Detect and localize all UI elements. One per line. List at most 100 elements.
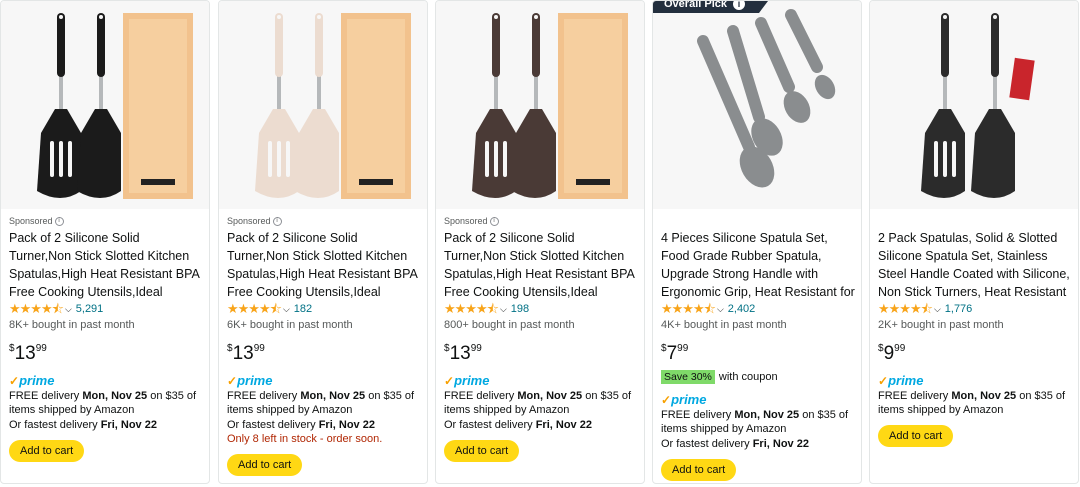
sponsored-label[interactable]: Sponsored i: [9, 215, 203, 229]
bought-count: 4K+ bought in past month: [661, 319, 787, 331]
product-image[interactable]: [653, 1, 861, 209]
fastest-prefix: Or fastest delivery: [661, 438, 753, 450]
price[interactable]: $ 13 99: [444, 343, 638, 365]
product-photo: [472, 13, 628, 199]
product-title[interactable]: Pack of 2 Silicone Solid Turner,Non Stic…: [227, 229, 421, 301]
info-icon[interactable]: i: [733, 0, 745, 10]
product-card[interactable]: i 2 Pack Spatulas, Solid & Slotted Silic…: [869, 0, 1079, 484]
product-title[interactable]: 4 Pieces Silicone Spatula Set, Food Grad…: [661, 229, 855, 301]
star-rating-icon[interactable]: ★★★★⯪: [227, 302, 282, 315]
rating-count[interactable]: 2,402: [728, 303, 756, 315]
info-icon[interactable]: i: [489, 217, 499, 227]
spatula-head: [783, 91, 811, 123]
prime-logo: ✓prime: [878, 373, 1072, 388]
product-image[interactable]: [219, 1, 427, 209]
fastest-delivery: Or fastest delivery Fri, Nov 22: [661, 437, 855, 451]
delivery-prefix: FREE delivery: [9, 390, 83, 402]
sponsored-label[interactable]: Sponsored i: [227, 215, 421, 229]
info-icon[interactable]: i: [272, 217, 282, 227]
price-whole: 13: [14, 343, 36, 364]
chevron-down-icon[interactable]: ⌵: [283, 304, 290, 315]
star-rating-icon[interactable]: ★★★★⯪: [9, 302, 64, 315]
spatula-handle: [991, 13, 999, 77]
delivery-date: Mon, Nov 25: [734, 409, 800, 421]
add-to-cart-button[interactable]: Add to cart: [444, 440, 520, 462]
product-card[interactable]: Sponsored i Pack of 2 Silicone Solid Turn…: [435, 0, 645, 484]
delivery-date: Mon, Nov 25: [82, 390, 148, 402]
price[interactable]: $ 9 99: [878, 343, 1072, 365]
prime-text: prime: [454, 373, 490, 388]
price-fraction: 99: [253, 343, 265, 354]
spatula-head: [512, 109, 556, 198]
chevron-down-icon[interactable]: ⌵: [65, 304, 72, 315]
fastest-date: Fri, Nov 22: [752, 438, 809, 450]
prime-check-icon: ✓: [444, 374, 455, 388]
delivery-date: Mon, Nov 25: [300, 390, 366, 402]
delivery-prefix: FREE delivery: [227, 390, 301, 402]
price-fraction: 99: [677, 343, 689, 354]
product-details: Sponsored i Pack of 2 Silicone Solid Turn…: [9, 215, 203, 462]
product-details: Sponsored i Pack of 2 Silicone Solid Turn…: [444, 215, 638, 462]
spatula-head: [295, 109, 339, 198]
chevron-down-icon[interactable]: ⌵: [500, 304, 507, 315]
price[interactable]: $ 7 99: [661, 343, 855, 365]
spatula-head: [971, 109, 1015, 198]
spatula-handle: [941, 13, 949, 77]
spatula-handle: [57, 13, 65, 77]
delivery-info: FREE delivery Mon, Nov 25 on $35 of item…: [9, 389, 203, 417]
add-to-cart-button[interactable]: Add to cart: [9, 440, 85, 462]
product-image[interactable]: [436, 1, 644, 209]
rating-count[interactable]: 198: [511, 303, 529, 315]
bought-count: 6K+ bought in past month: [227, 319, 353, 331]
fastest-delivery: Or fastest delivery Fri, Nov 22: [227, 418, 421, 432]
rating-row: ★★★★⯪ ⌵ 2,402: [661, 302, 855, 316]
rating-count[interactable]: 182: [294, 303, 312, 315]
star-rating-icon[interactable]: ★★★★⯪: [444, 302, 499, 315]
star-rating-icon[interactable]: ★★★★⯪: [661, 302, 716, 315]
spatula-head: [814, 74, 836, 100]
spatula-head: [77, 109, 121, 198]
prime-logo: ✓prime: [444, 373, 638, 388]
bought-count: 8K+ bought in past month: [9, 319, 135, 331]
product-image[interactable]: [1, 1, 209, 209]
chevron-down-icon[interactable]: ⌵: [934, 304, 941, 315]
product-card[interactable]: Sponsored i Pack of 2 Silicone Solid Turn…: [218, 0, 428, 484]
spatula-handle: [97, 13, 105, 77]
sponsored-text: Sponsored: [227, 216, 271, 226]
prime-text: prime: [888, 373, 924, 388]
price[interactable]: $ 13 99: [9, 343, 203, 365]
product-image[interactable]: [870, 1, 1078, 209]
info-icon[interactable]: i: [54, 217, 64, 227]
add-to-cart-button[interactable]: Add to cart: [661, 459, 737, 481]
sponsored-text: Sponsored: [9, 216, 53, 226]
fastest-delivery: Or fastest delivery Fri, Nov 22: [444, 418, 638, 432]
fastest-date: Fri, Nov 22: [100, 419, 157, 431]
prime-text: prime: [671, 392, 707, 407]
product-details: Sponsored i Pack of 2 Silicone Solid Turn…: [227, 215, 421, 476]
product-card[interactable]: Overall Pick i i 4 Pieces Silicone Spatul…: [652, 0, 862, 484]
fastest-date: Fri, Nov 22: [318, 419, 375, 431]
tag-label: [1009, 57, 1035, 101]
bought-count: 800+ bought in past month: [444, 319, 575, 331]
add-to-cart-button[interactable]: Add to cart: [878, 425, 954, 447]
product-title[interactable]: Pack of 2 Silicone Solid Turner,Non Stic…: [9, 229, 203, 301]
delivery-info: FREE delivery Mon, Nov 25 on $35 of item…: [444, 389, 638, 417]
rating-row: ★★★★⯪ ⌵ 5,291: [9, 302, 203, 316]
add-to-cart-button[interactable]: Add to cart: [227, 454, 303, 476]
rating-count[interactable]: 1,776: [945, 303, 973, 315]
delivery-prefix: FREE delivery: [444, 390, 518, 402]
star-rating-icon[interactable]: ★★★★⯪: [878, 302, 933, 315]
sponsored-label[interactable]: Sponsored i: [444, 215, 638, 229]
prime-logo: ✓prime: [227, 373, 421, 388]
product-title[interactable]: Pack of 2 Silicone Solid Turner,Non Stic…: [444, 229, 638, 301]
product-photo: [697, 9, 836, 188]
product-card[interactable]: Sponsored i Pack of 2 Silicone Solid Turn…: [0, 0, 210, 484]
stock-warning: Only 8 left in stock - order soon.: [227, 433, 383, 445]
price[interactable]: $ 13 99: [227, 343, 421, 365]
price-fraction: 99: [894, 343, 906, 354]
coupon-text: with coupon: [718, 370, 778, 383]
chevron-down-icon[interactable]: ⌵: [717, 304, 724, 315]
product-title[interactable]: 2 Pack Spatulas, Solid & Slotted Silicon…: [878, 229, 1072, 301]
rating-count[interactable]: 5,291: [76, 303, 104, 315]
product-details: i 4 Pieces Silicone Spatula Set, Food Gr…: [661, 215, 855, 481]
